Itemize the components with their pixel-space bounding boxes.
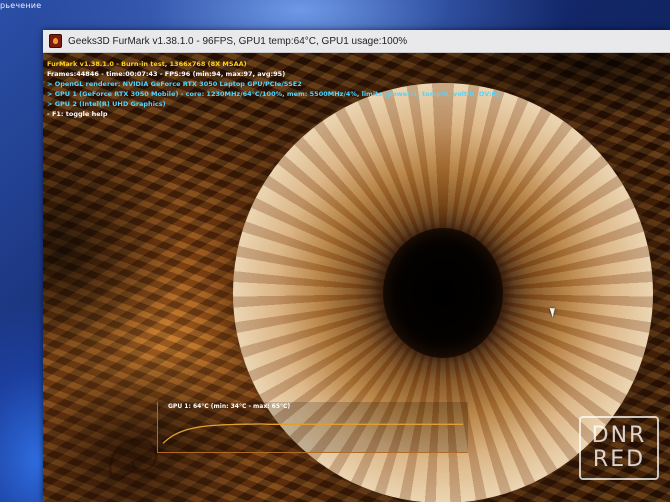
benchmark-overlay: FurMark v1.38.1.0 - Burn-in test, 1366x7… <box>47 59 499 119</box>
furmark-window[interactable]: Geeks3D FurMark v1.38.1.0 - 96FPS, GPU1 … <box>43 30 670 502</box>
watermark-line-1: DNR <box>591 423 647 448</box>
window-titlebar[interactable]: Geeks3D FurMark v1.38.1.0 - 96FPS, GPU1 … <box>43 30 670 53</box>
window-title: Geeks3D FurMark v1.38.1.0 - 96FPS, GPU1 … <box>68 35 408 47</box>
overlay-gpu2: > GPU 2 (Intel(R) UHD Graphics) <box>47 100 166 108</box>
watermark-logo: DNR RED <box>579 416 659 480</box>
watermark-line-2: RED <box>592 447 646 472</box>
overlay-stats: Frames:44846 - time:00:07:43 - FPS:96 (m… <box>47 70 286 78</box>
furmark-icon[interactable] <box>49 34 62 48</box>
eye-pupil <box>383 228 503 358</box>
temp-curve <box>162 423 463 444</box>
render-viewport[interactable]: FurMark v1.38.1.0 - Burn-in test, 1366x7… <box>43 53 670 502</box>
temp-history-line <box>162 423 463 444</box>
desktop-icon-label[interactable]: рьечение <box>0 1 41 10</box>
overlay-help: - F1: toggle help <box>47 110 108 118</box>
gpu-temp-graph: GPU 1: 64°C (min: 34°C - max: 65°C) <box>157 402 468 453</box>
overlay-gpu1: > GPU 1 (GeForce RTX 3050 Mobile) - core… <box>47 90 500 98</box>
overlay-renderer: > OpenGL renderer: NVIDIA GeForce RTX 30… <box>47 80 302 88</box>
overlay-title: FurMark v1.38.1.0 - Burn-in test, 1366x7… <box>47 60 247 68</box>
